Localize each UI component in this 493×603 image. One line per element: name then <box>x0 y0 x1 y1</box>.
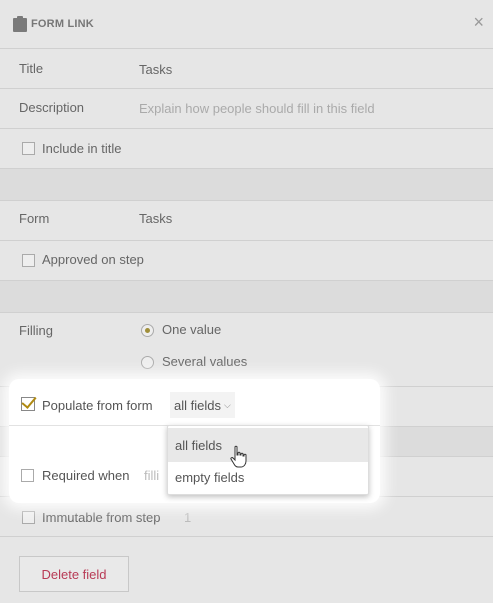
form-link-dialog: FORM LINK × Title Tasks Description Expl… <box>0 0 493 603</box>
delete-field-button[interactable]: Delete field <box>19 556 129 592</box>
approved-on-step-checkbox[interactable] <box>22 254 35 267</box>
populate-from-form-label: Populate from form <box>42 398 153 413</box>
one-value-label: One value <box>162 322 222 337</box>
several-values-label: Several values <box>162 354 248 369</box>
dropdown-option-all-fields[interactable]: all fields <box>168 428 368 462</box>
populate-mode-value: all fields <box>174 397 221 413</box>
include-in-title-row: Include in title <box>0 128 493 168</box>
form-value[interactable]: Tasks <box>139 211 172 226</box>
form-row: Form Tasks <box>0 200 493 240</box>
title-input[interactable]: Tasks <box>139 62 172 77</box>
hand-pointer-icon <box>230 445 247 468</box>
clipboard-icon <box>13 16 27 32</box>
description-row: Description Explain how people should fi… <box>0 88 493 128</box>
section-divider <box>0 280 493 312</box>
filling-row: Filling One value Several values <box>0 312 493 386</box>
description-label: Description <box>19 100 85 115</box>
section-divider <box>0 168 493 200</box>
approved-on-step-label: Approved on step <box>42 252 144 267</box>
dialog-title: FORM LINK <box>31 18 94 30</box>
form-label: Form <box>19 211 50 226</box>
title-row: Title Tasks <box>0 48 493 88</box>
dropdown-option-empty-fields[interactable]: empty fields <box>168 460 368 494</box>
dialog-header: FORM LINK × <box>0 0 493 48</box>
required-when-label: Required when <box>42 468 130 483</box>
populate-from-form-checkbox[interactable] <box>21 397 35 411</box>
filling-label: Filling <box>19 323 53 338</box>
immutable-step-select[interactable]: 1 <box>184 510 191 525</box>
include-in-title-checkbox[interactable] <box>22 142 35 155</box>
close-icon[interactable]: × <box>473 13 484 31</box>
immutable-checkbox[interactable] <box>22 511 35 524</box>
several-values-radio[interactable] <box>141 356 154 369</box>
title-label: Title <box>19 61 44 76</box>
required-when-checkbox[interactable] <box>21 469 34 482</box>
include-in-title-label: Include in title <box>42 141 122 156</box>
populate-mode-select[interactable]: all fields ⌵ <box>170 392 235 418</box>
approved-on-step-row: Approved on step <box>0 240 493 280</box>
required-when-input[interactable]: filli <box>144 468 159 483</box>
populate-mode-dropdown: all fields empty fields <box>167 425 369 495</box>
chevron-down-icon: ⌵ <box>223 399 231 410</box>
one-value-radio[interactable] <box>141 324 154 337</box>
description-input[interactable]: Explain how people should fill in this f… <box>139 101 375 116</box>
immutable-label: Immutable from step <box>42 510 161 525</box>
